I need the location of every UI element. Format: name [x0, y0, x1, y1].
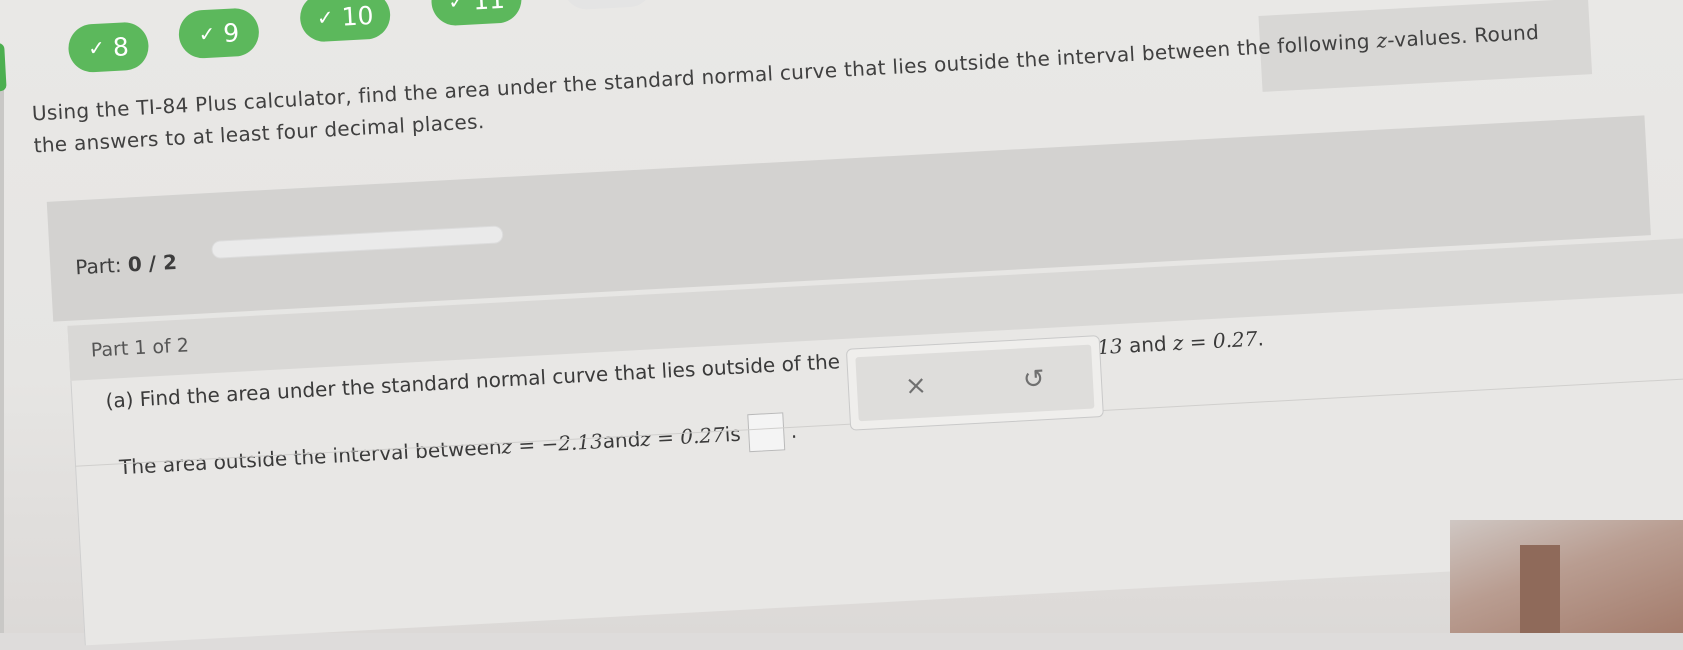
answer-tools: × ↺ [845, 335, 1104, 431]
answer-tools-inner: × ↺ [855, 344, 1095, 422]
clear-icon[interactable]: × [904, 371, 927, 402]
nav-label: 11 [472, 0, 505, 15]
nav-item-7[interactable]: 7 [0, 42, 7, 93]
background-photo [1450, 520, 1683, 633]
answer-is: is [724, 421, 742, 447]
check-icon: ✓ [87, 35, 106, 61]
check-icon: ✓ [447, 0, 466, 14]
content-layer: 7 ✓ 8 ✓ 9 ✓ 10 ✓ 11 ≡ 12 Using the TI-84… [0, 0, 1683, 646]
nav-item-8[interactable]: ✓ 8 [67, 21, 150, 74]
nav-label: 10 [340, 0, 375, 32]
nav-item-12[interactable]: ≡ 12 [561, 0, 655, 11]
check-icon: ✓ [316, 5, 335, 30]
answer-end: . [789, 418, 798, 443]
answer-z-value-2: z = 0.27 [639, 422, 726, 452]
nav-item-10[interactable]: ✓ 10 [298, 0, 392, 43]
nav-item-9[interactable]: ✓ 9 [177, 7, 261, 60]
prompt-line-1-end: -values. Round [1386, 19, 1540, 53]
answer-and: and [602, 427, 641, 454]
question-end: . [1256, 326, 1265, 351]
part-label-text: Part: [74, 252, 123, 280]
screen: 7 ✓ 8 ✓ 9 ✓ 10 ✓ 11 ≡ 12 Using the TI-84… [0, 0, 1683, 646]
nav-label: 9 [222, 17, 240, 48]
check-icon: ✓ [197, 21, 216, 47]
background-photo-detail [1520, 545, 1560, 633]
part-progress-value: 0 / 2 [127, 249, 178, 277]
and-text: and [1121, 331, 1174, 358]
answer-z-value-1: z = −2.13 [500, 429, 604, 459]
nav-label: 8 [112, 31, 130, 62]
z-value-2: z = 0.27 [1172, 326, 1258, 356]
nav-item-11[interactable]: ✓ 11 [430, 0, 523, 27]
answer-input[interactable] [747, 412, 786, 453]
undo-icon[interactable]: ↺ [1022, 364, 1045, 395]
